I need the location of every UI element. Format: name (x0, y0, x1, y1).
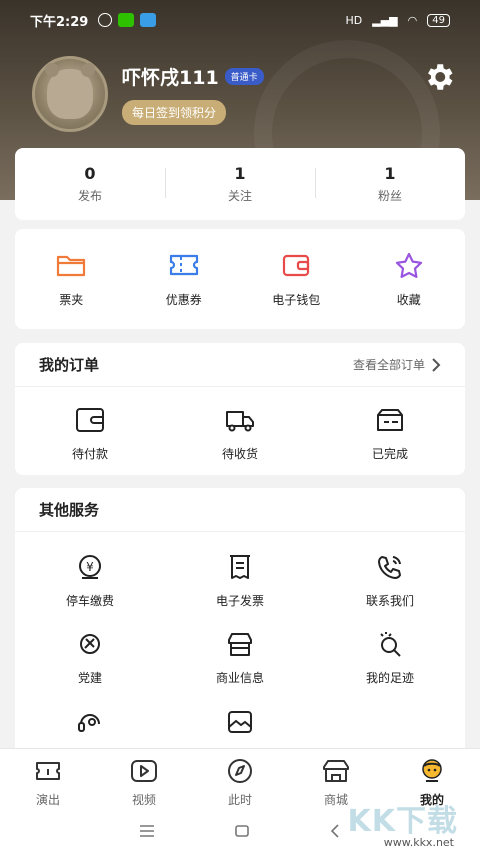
nav-label: 视频 (131, 793, 156, 807)
service-label: 我的足迹 (365, 671, 414, 685)
compass-icon (228, 759, 252, 783)
bear-avatar-icon (45, 63, 95, 119)
back-icon[interactable] (328, 823, 342, 839)
order-label: 已完成 (371, 447, 408, 461)
order-pending-payment[interactable]: 待付款 (15, 405, 165, 462)
nav-shows[interactable]: 演出 (0, 749, 96, 808)
nav-label: 演出 (35, 793, 60, 807)
star-icon (395, 252, 422, 278)
service-footprint[interactable]: 我的足迹 (315, 629, 465, 686)
stat-label: 发布 (77, 189, 102, 203)
quick-actions-card: 票夹 优惠券 电子钱包 收藏 (15, 229, 465, 329)
status-bar: 下午2:29 HD ▂▄▆ ◠ 49 (0, 0, 480, 40)
view-all-orders-link[interactable]: 查看全部订单 (353, 356, 441, 373)
member-badge[interactable]: 普通卡 (224, 68, 264, 85)
gallery-icon (228, 711, 252, 733)
network-label: HD (345, 13, 363, 27)
settings-gear-icon[interactable] (422, 60, 456, 94)
wifi-icon: ◠ (407, 13, 418, 27)
orders-title: 我的订单 (39, 356, 100, 374)
video-play-icon (131, 760, 157, 782)
quick-coupons[interactable]: 优惠券 (128, 251, 241, 308)
watermark-logo: KK下载 (347, 804, 458, 839)
battery-indicator: 49 (427, 13, 450, 27)
truck-icon (226, 411, 254, 432)
party-icon (80, 634, 100, 654)
phone-icon (378, 556, 401, 579)
folder-icon (57, 255, 86, 276)
menu-icon[interactable] (138, 824, 156, 838)
ticket-stub-icon (36, 762, 60, 780)
home-icon[interactable] (233, 823, 251, 839)
wallet-icon (283, 254, 310, 276)
services-card: 其他服务 ¥ 停车缴费 电子发票 联系我们 党建 商业信息 我的足迹 (15, 488, 465, 778)
service-customer-support[interactable] (15, 706, 165, 746)
nav-video[interactable]: 视频 (96, 749, 192, 808)
quick-wallet[interactable]: 电子钱包 (240, 251, 353, 308)
quick-label: 收藏 (396, 292, 421, 307)
signal-icon: ▂▄▆ (372, 13, 398, 27)
order-completed[interactable]: 已完成 (315, 405, 465, 462)
stats-card: 0 发布 1 关注 1 粉丝 (15, 148, 465, 220)
service-label: 停车缴费 (65, 594, 114, 608)
orders-card: 我的订单 查看全部订单 待付款 待收货 已完成 (15, 343, 465, 475)
stat-value: 0 (84, 164, 96, 183)
service-label: 联系我们 (365, 594, 414, 608)
wechat-icon (118, 13, 135, 27)
avatar[interactable] (32, 56, 108, 132)
stat-label: 粉丝 (377, 189, 402, 203)
stat-following[interactable]: 1 关注 (165, 164, 315, 204)
stat-value: 1 (234, 164, 246, 183)
chevron-right-icon (432, 357, 441, 372)
order-label: 待收货 (221, 447, 258, 461)
status-time: 下午2:29 (30, 14, 89, 30)
service-party[interactable]: 党建 (15, 629, 165, 686)
profile-icon (422, 759, 442, 782)
service-invoice[interactable]: 电子发票 (165, 552, 315, 609)
service-gallery[interactable] (165, 706, 315, 746)
service-label: 党建 (77, 671, 102, 685)
quick-ticket-folder[interactable]: 票夹 (15, 251, 128, 308)
parking-fee-icon: ¥ (79, 555, 101, 579)
stat-value: 1 (384, 164, 396, 183)
watermark-url: www.kkx.net (383, 836, 454, 849)
order-awaiting-delivery[interactable]: 待收货 (165, 405, 315, 462)
store-icon (228, 633, 252, 656)
view-all-label: 查看全部订单 (352, 358, 425, 372)
stat-label: 关注 (227, 189, 252, 203)
invoice-icon (230, 555, 250, 579)
quick-label: 电子钱包 (272, 292, 321, 307)
alarm-icon (98, 13, 113, 27)
service-parking[interactable]: ¥ 停车缴费 (15, 552, 165, 609)
nav-now[interactable]: 此时 (192, 749, 288, 808)
checkin-button[interactable]: 每日签到领积分 (122, 100, 227, 125)
footprint-icon (380, 632, 401, 657)
services-title: 其他服务 (39, 501, 100, 519)
shop-icon (323, 760, 349, 782)
headset-icon (78, 714, 100, 732)
stat-posts[interactable]: 0 发布 (15, 164, 165, 204)
service-label: 电子发票 (215, 594, 264, 608)
service-business-info[interactable]: 商业信息 (165, 629, 315, 686)
message-icon (140, 13, 157, 27)
service-contact[interactable]: 联系我们 (315, 552, 465, 609)
pending-payment-icon (76, 408, 104, 432)
quick-label: 票夹 (59, 292, 84, 307)
svg-text:¥: ¥ (86, 560, 94, 574)
stat-followers[interactable]: 1 粉丝 (315, 164, 465, 204)
quick-favorites[interactable]: 收藏 (353, 251, 466, 308)
completed-box-icon (377, 409, 403, 431)
nav-label: 此时 (227, 793, 252, 807)
order-label: 待付款 (71, 447, 108, 461)
ticket-icon (169, 254, 198, 275)
profile-section: 吓怀戌111 普通卡 每日签到领积分 (32, 56, 264, 132)
username: 吓怀戌111 (122, 67, 219, 89)
quick-label: 优惠券 (165, 292, 202, 307)
service-label: 商业信息 (215, 671, 264, 685)
